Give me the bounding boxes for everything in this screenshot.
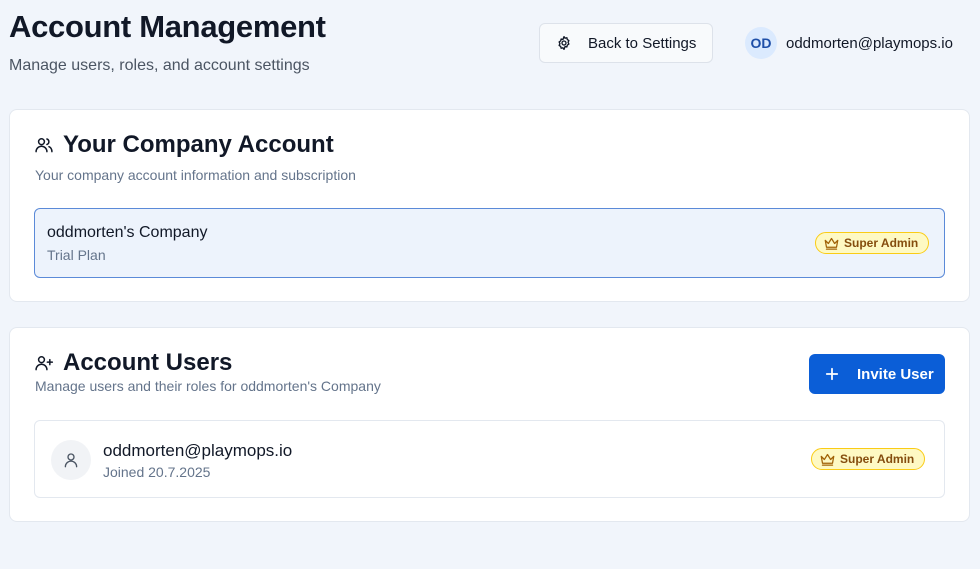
list-item[interactable]: oddmorten@playmops.io Joined 20.7.2025 S…	[34, 420, 945, 498]
crown-icon	[820, 453, 835, 466]
role-badge: Super Admin	[815, 232, 930, 254]
invite-user-label: Invite User	[857, 365, 934, 383]
back-to-settings-button[interactable]: Back to Settings	[539, 23, 713, 63]
user-plus-icon	[35, 356, 54, 371]
avatar: OD	[745, 27, 777, 59]
page-title: Account Management	[9, 9, 326, 44]
company-name: oddmorten's Company	[47, 224, 208, 241]
user-joined-date: Joined 20.7.2025	[103, 464, 211, 480]
account-management-page: Account Management Manage users, roles, …	[0, 0, 980, 569]
company-item[interactable]: oddmorten's Company Trial Plan Super Adm…	[34, 208, 945, 278]
account-users-card: Account Users Manage users and their rol…	[9, 327, 970, 522]
gear-icon	[558, 36, 570, 50]
company-card-description: Your company account information and sub…	[35, 167, 356, 183]
page-subtitle: Manage users, roles, and account setting…	[9, 57, 310, 74]
company-account-card: Your Company Account Your company accoun…	[9, 109, 970, 302]
avatar	[51, 440, 91, 480]
company-card-title: Your Company Account	[63, 131, 334, 158]
current-user[interactable]: OD oddmorten@playmops.io	[745, 27, 953, 59]
plus-icon	[825, 367, 839, 381]
users-card-title: Account Users	[63, 349, 233, 376]
users-icon	[35, 138, 53, 153]
role-badge-label: Super Admin	[840, 452, 915, 466]
back-to-settings-label: Back to Settings	[588, 34, 697, 52]
role-badge-label: Super Admin	[844, 236, 919, 250]
company-plan: Trial Plan	[47, 247, 106, 263]
current-user-email: oddmorten@playmops.io	[786, 34, 953, 52]
user-email: oddmorten@playmops.io	[103, 441, 293, 460]
users-card-heading: Account Users	[34, 349, 232, 377]
crown-icon	[824, 237, 839, 250]
role-badge: Super Admin	[811, 448, 926, 470]
invite-user-button[interactable]: Invite User	[809, 354, 945, 394]
company-card-heading: Your Company Account	[34, 131, 334, 159]
user-icon	[64, 453, 78, 468]
users-card-description: Manage users and their roles for oddmort…	[35, 378, 381, 394]
